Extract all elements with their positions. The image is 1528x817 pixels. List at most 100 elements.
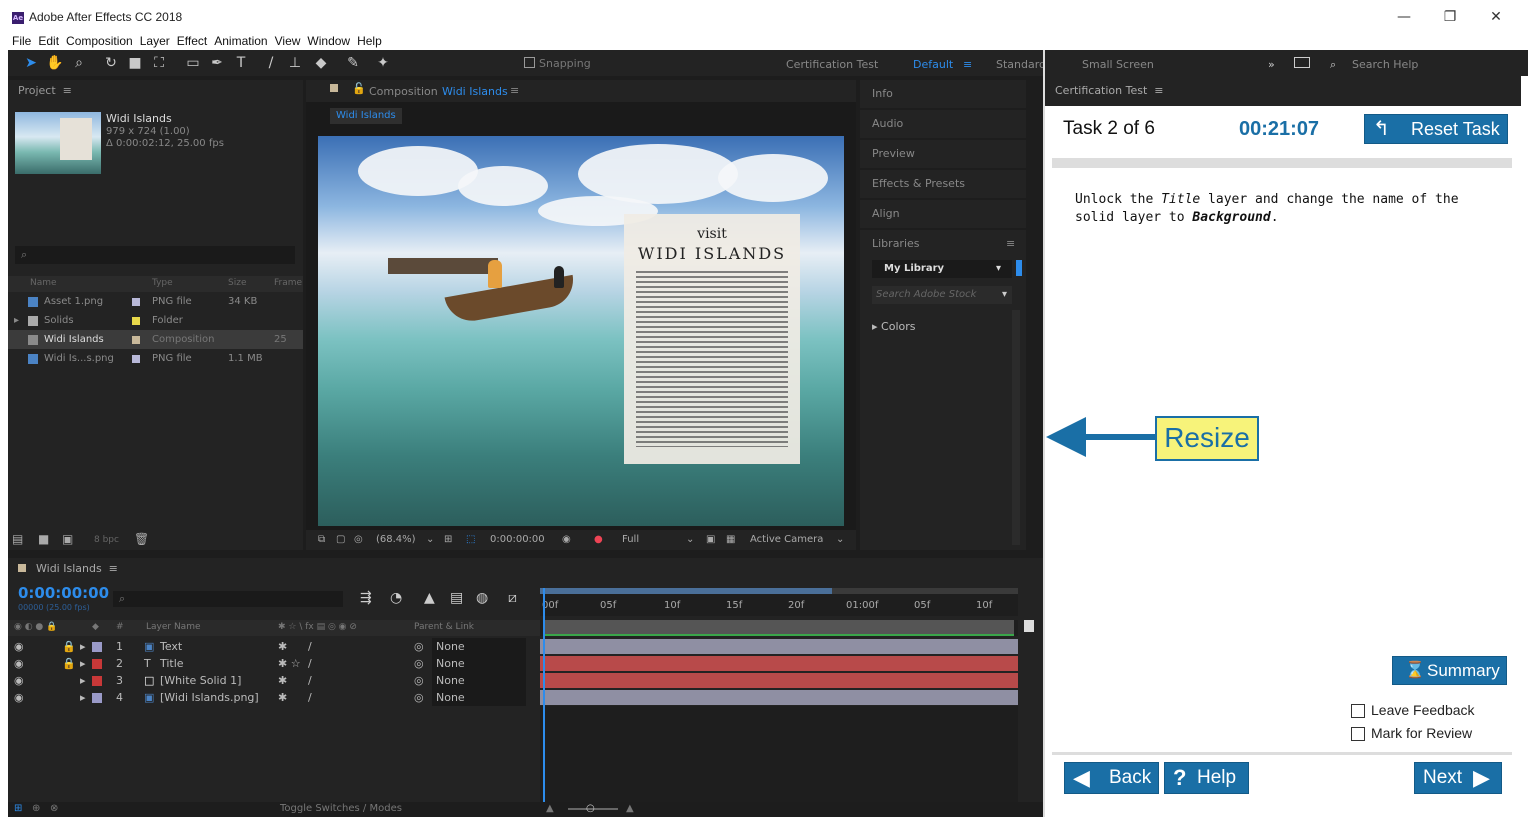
parent-select[interactable]: None bbox=[432, 638, 526, 655]
quality-switch-icon[interactable]: / bbox=[308, 655, 312, 672]
label-color-swatch[interactable] bbox=[132, 298, 140, 306]
next-button[interactable]: Next ▶ bbox=[1414, 762, 1502, 794]
zoom-tool-icon[interactable]: ⌕ bbox=[70, 54, 88, 72]
transfer-controls-icon[interactable]: ⊕ bbox=[32, 803, 40, 814]
project-item[interactable]: Asset 1.png PNG file 34 KB bbox=[8, 292, 303, 311]
lock-icon[interactable]: 🔒 bbox=[62, 638, 76, 655]
snapshot-icon[interactable]: ◉ bbox=[562, 534, 571, 545]
layer-name[interactable]: [Widi Islands.png] bbox=[160, 689, 259, 706]
expand-triangle-icon[interactable]: ▸ bbox=[80, 655, 86, 672]
layer-duration-bar[interactable] bbox=[540, 673, 1018, 688]
layer-name[interactable]: [White Solid 1] bbox=[160, 672, 241, 689]
timeline-tab[interactable]: Widi Islands ≡ bbox=[18, 562, 118, 575]
project-panel-title[interactable]: Project ≡ bbox=[8, 80, 303, 102]
menu-view[interactable]: View bbox=[275, 32, 301, 50]
work-area-range[interactable] bbox=[540, 588, 832, 594]
label-color-swatch[interactable] bbox=[132, 336, 140, 344]
column-size[interactable]: Size bbox=[228, 278, 246, 288]
layer-label-swatch[interactable] bbox=[92, 659, 102, 669]
zoom-out-icon[interactable]: ▲ bbox=[546, 803, 554, 814]
timeline-layer-row[interactable]: ◉ ▸ 4 ▣ [Widi Islands.png] ✱ / ◎ None bbox=[8, 689, 540, 706]
minimize-button[interactable]: — bbox=[1390, 8, 1418, 26]
layer-switches-icon[interactable]: ⊞ bbox=[14, 803, 22, 814]
panel-menu-icon[interactable]: ≡ bbox=[1006, 230, 1015, 258]
adobe-stock-search[interactable]: Search Adobe Stock ▾ bbox=[872, 286, 1012, 304]
layer-label-swatch[interactable] bbox=[92, 642, 102, 652]
channel-icon[interactable]: ● bbox=[594, 534, 603, 545]
layer-duration-bar[interactable] bbox=[540, 656, 1018, 671]
audio-panel-tab[interactable]: Audio bbox=[860, 110, 1026, 138]
quality-switch-icon[interactable]: / bbox=[308, 672, 312, 689]
colors-group[interactable]: ▸ Colors bbox=[872, 320, 915, 333]
vr-icon[interactable]: ◎ bbox=[354, 534, 363, 545]
column-parent-link[interactable]: Parent & Link bbox=[414, 622, 474, 632]
timeline-timecode[interactable]: 0:00:00:00 bbox=[18, 584, 109, 602]
motion-blur-icon[interactable]: ▤ bbox=[450, 590, 463, 606]
composition-tab-name[interactable]: Widi Islands bbox=[442, 85, 508, 98]
leave-feedback-label[interactable]: Leave Feedback bbox=[1371, 702, 1475, 718]
expand-triangle-icon[interactable]: ▸ bbox=[80, 672, 86, 689]
menu-animation[interactable]: Animation bbox=[214, 32, 267, 50]
layer-name[interactable]: Title bbox=[160, 655, 184, 672]
region-of-interest-icon[interactable]: ▣ bbox=[706, 534, 715, 545]
type-tool-icon[interactable]: T bbox=[232, 54, 250, 72]
bpc-toggle[interactable]: 8 bpc bbox=[94, 535, 119, 545]
project-item[interactable]: Widi Islands Composition 25 bbox=[8, 330, 303, 349]
effects-presets-panel-tab[interactable]: Effects & Presets bbox=[860, 170, 1026, 198]
time-ruler[interactable]: 00f 05f 10f 15f 20f 01:00f 05f 10f bbox=[540, 588, 1018, 616]
mark-for-review-checkbox[interactable] bbox=[1351, 727, 1365, 741]
expand-triangle-icon[interactable]: ▸ bbox=[80, 638, 86, 655]
workspace-standard[interactable]: Standard bbox=[996, 58, 1046, 71]
shy-switch-icon[interactable]: ✱ bbox=[278, 672, 287, 689]
new-folder-icon[interactable]: ■ bbox=[38, 532, 49, 546]
layer-label-swatch[interactable] bbox=[92, 693, 102, 703]
display-icon[interactable]: ▢ bbox=[336, 534, 345, 545]
reset-task-button[interactable]: ↰ Reset Task bbox=[1364, 114, 1508, 144]
column-frame[interactable]: Frame bbox=[274, 278, 302, 288]
project-item[interactable]: ▸ Solids Folder bbox=[8, 311, 303, 330]
resolution-dropdown-icon[interactable]: ⌄ bbox=[686, 534, 694, 545]
shy-switch-icon[interactable]: ✱ ☆ bbox=[278, 655, 301, 672]
zoom-in-icon[interactable]: ▲ bbox=[626, 803, 634, 814]
selection-tool-icon[interactable]: ➤ bbox=[22, 54, 40, 72]
pick-whip-icon[interactable]: ◎ bbox=[414, 689, 424, 706]
puppet-pin-tool-icon[interactable]: ✦ bbox=[374, 54, 392, 72]
new-composition-icon[interactable]: ▣ bbox=[62, 532, 73, 546]
visibility-eye-icon[interactable]: ◉ bbox=[14, 638, 24, 655]
workspace-certification-test[interactable]: Certification Test bbox=[786, 58, 878, 71]
zoom-dropdown-icon[interactable]: ⌄ bbox=[426, 534, 434, 545]
sync-settings-icon[interactable] bbox=[1294, 57, 1310, 68]
leave-feedback-checkbox[interactable] bbox=[1351, 704, 1365, 718]
visibility-eye-icon[interactable]: ◉ bbox=[14, 689, 24, 706]
workspace-small-screen[interactable]: Small Screen bbox=[1082, 58, 1154, 71]
toggle-switches-modes[interactable]: Toggle Switches / Modes bbox=[280, 803, 402, 814]
parent-select[interactable]: None bbox=[432, 655, 526, 672]
restore-button[interactable]: ❐ bbox=[1436, 8, 1464, 26]
comp-name-label[interactable]: Widi Islands bbox=[106, 112, 172, 125]
menu-file[interactable]: File bbox=[12, 32, 31, 50]
close-button[interactable]: ✕ bbox=[1482, 8, 1510, 26]
menu-layer[interactable]: Layer bbox=[140, 32, 170, 50]
parent-select[interactable]: None bbox=[432, 689, 526, 706]
zoom-slider-thumb[interactable]: ○ bbox=[586, 803, 595, 814]
panel-menu-icon[interactable]: ≡ bbox=[510, 84, 519, 97]
comp-viewer-tab[interactable]: Widi Islands bbox=[330, 108, 402, 124]
expand-triangle-icon[interactable]: ▸ bbox=[14, 311, 19, 330]
lock-icon[interactable]: 🔓 bbox=[352, 82, 366, 95]
search-help-input[interactable]: Search Help bbox=[1352, 58, 1418, 71]
comp-marker-bin-icon[interactable] bbox=[1024, 620, 1034, 632]
lock-icon[interactable]: 🔒 bbox=[62, 655, 76, 672]
preview-panel-tab[interactable]: Preview bbox=[860, 140, 1026, 168]
column-type[interactable]: Type bbox=[152, 278, 173, 288]
menu-help[interactable]: Help bbox=[357, 32, 382, 50]
menu-edit[interactable]: Edit bbox=[38, 32, 59, 50]
label-color-swatch[interactable] bbox=[132, 355, 140, 363]
rectangle-tool-icon[interactable]: ▭ bbox=[184, 54, 202, 72]
info-panel-tab[interactable]: Info bbox=[860, 80, 1026, 108]
library-add-icon[interactable] bbox=[1016, 260, 1022, 276]
libraries-scrollbar[interactable] bbox=[1012, 310, 1020, 545]
quality-switch-icon[interactable]: / bbox=[308, 689, 312, 706]
hand-tool-icon[interactable]: ✋ bbox=[46, 54, 64, 72]
timeline-layer-row[interactable]: ◉ 🔒 ▸ 1 ▣ Text ✱ / ◎ None bbox=[8, 638, 540, 655]
library-select[interactable]: My Library ▾ bbox=[872, 260, 1012, 278]
